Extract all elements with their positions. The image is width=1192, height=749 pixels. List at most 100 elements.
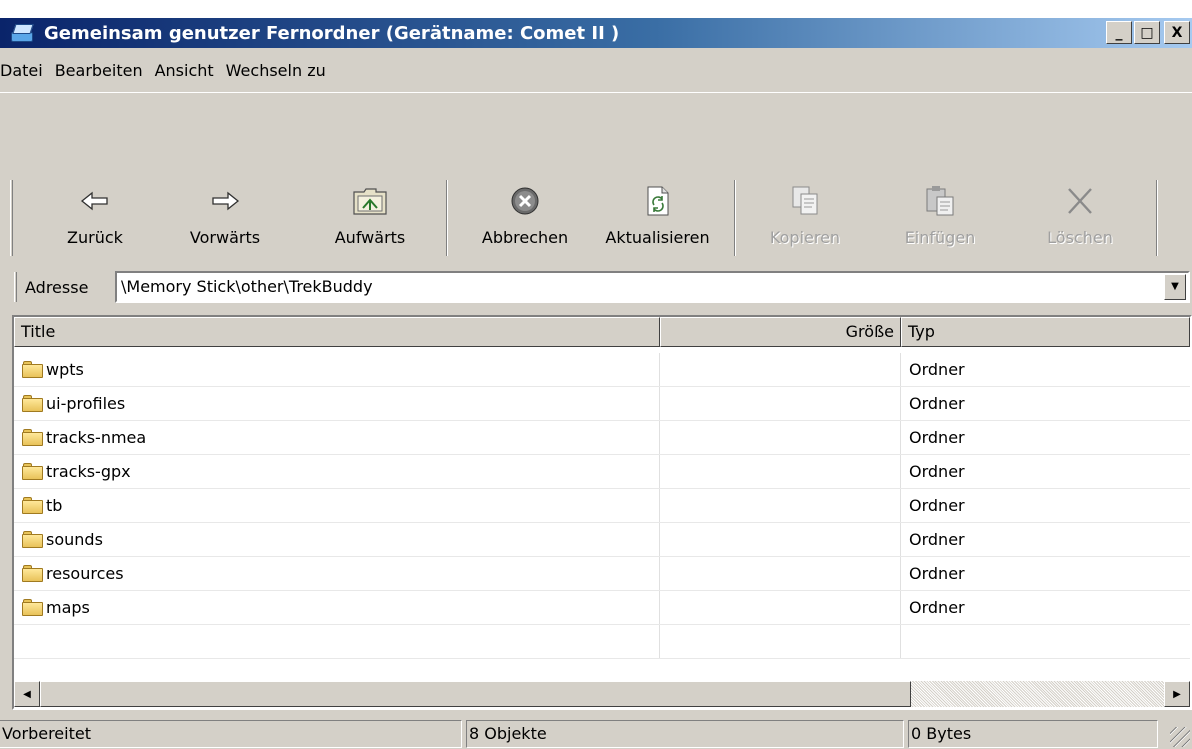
refresh-label: Aktualisieren: [605, 228, 710, 247]
stop-button[interactable]: Abbrechen: [465, 180, 585, 256]
copy-button[interactable]: Kopieren: [755, 180, 855, 256]
list-rows: wpts Ordner ui-profiles Ordner tracks-nm…: [14, 353, 1190, 659]
paste-label: Einfügen: [904, 228, 976, 247]
row-name: sounds: [46, 530, 103, 549]
column-type[interactable]: Typ: [901, 317, 1190, 347]
delete-button[interactable]: Löschen: [1030, 180, 1130, 256]
row-name: tb: [46, 496, 63, 515]
folder-icon: [22, 497, 44, 514]
row-size: [660, 557, 901, 590]
up-button[interactable]: Aufwärts: [315, 180, 425, 256]
top-strip: [0, 0, 1192, 18]
row-size: [660, 387, 901, 420]
file-list[interactable]: Title Größe Typ wpts Ordner ui-profiles …: [12, 315, 1192, 710]
row-name: tracks-gpx: [46, 462, 131, 481]
list-row[interactable]: wpts Ordner: [14, 353, 1190, 387]
menu-bearbeiten[interactable]: Bearbeiten: [49, 57, 149, 85]
minimize-button[interactable]: _: [1106, 21, 1132, 44]
row-type: Ordner: [909, 462, 965, 481]
column-size[interactable]: Größe: [660, 317, 901, 347]
address-dropdown-button[interactable]: ▼: [1164, 274, 1186, 300]
remote-folder-icon: [10, 20, 36, 46]
folder-icon: [22, 361, 44, 378]
folder-icon: [22, 531, 44, 548]
row-type: Ordner: [909, 598, 965, 617]
explorer-window: Gemeinsam genutzer Fernordner (Gerätname…: [0, 0, 1192, 749]
horizontal-scrollbar[interactable]: ◀ ▶: [14, 681, 1190, 707]
list-row[interactable]: tb Ordner: [14, 489, 1190, 523]
list-row[interactable]: tracks-nmea Ordner: [14, 421, 1190, 455]
empty-toolbar-band: [0, 92, 1192, 167]
scroll-right-button[interactable]: ▶: [1164, 681, 1190, 707]
row-name: wpts: [46, 360, 84, 379]
row-size: [660, 421, 901, 454]
folder-icon: [22, 395, 44, 412]
toolbar: Zurück Vorwärts Aufwärts Abbrechen Aktua…: [10, 180, 1190, 256]
row-size: [660, 455, 901, 488]
toolbar-separator: [734, 180, 736, 256]
address-grip[interactable]: [14, 272, 17, 302]
copy-label: Kopieren: [769, 228, 841, 247]
menu-datei[interactable]: Datei: [0, 57, 49, 85]
row-type: Ordner: [909, 394, 965, 413]
toolbar-separator: [446, 180, 448, 256]
chevron-right-icon: ▶: [1173, 688, 1181, 700]
title-bar[interactable]: Gemeinsam genutzer Fernordner (Gerätname…: [0, 18, 1192, 48]
status-count: 8 Objekte: [466, 720, 904, 748]
up-label: Aufwärts: [334, 228, 406, 247]
stop-icon: [505, 180, 545, 222]
address-input[interactable]: \Memory Stick\other\TrekBuddy ▼: [115, 271, 1190, 303]
menu-ansicht[interactable]: Ansicht: [149, 57, 220, 85]
close-button[interactable]: X: [1164, 21, 1190, 44]
forward-label: Vorwärts: [189, 228, 261, 247]
chevron-down-icon: ▼: [1171, 281, 1179, 292]
refresh-icon: [638, 180, 678, 222]
scroll-thumb[interactable]: [40, 681, 911, 707]
copy-icon: [785, 180, 825, 222]
toolbar-separator: [1156, 180, 1158, 256]
row-name: tracks-nmea: [46, 428, 147, 447]
folder-icon: [22, 599, 44, 616]
folder-icon: [22, 463, 44, 480]
row-type: Ordner: [909, 360, 965, 379]
menu-wechseln-zu[interactable]: Wechseln zu: [220, 57, 332, 85]
window-controls: _ □ X: [1106, 21, 1190, 44]
folder-up-icon: [350, 180, 390, 222]
column-title[interactable]: Title: [14, 317, 660, 347]
list-row[interactable]: ui-profiles Ordner: [14, 387, 1190, 421]
window-title: Gemeinsam genutzer Fernordner (Gerätname…: [44, 22, 620, 44]
address-label-box: Adresse: [14, 271, 88, 303]
list-row[interactable]: maps Ordner: [14, 591, 1190, 625]
stop-label: Abbrechen: [481, 228, 569, 247]
scroll-left-button[interactable]: ◀: [14, 681, 40, 707]
paste-icon: [920, 180, 960, 222]
row-name: maps: [46, 598, 90, 617]
row-type: Ordner: [909, 564, 965, 583]
back-arrow-icon: [75, 180, 115, 222]
forward-button[interactable]: Vorwärts: [175, 180, 275, 256]
status-bytes: 0 Bytes: [908, 720, 1158, 748]
empty-row: [14, 625, 1190, 659]
resize-grip[interactable]: [1170, 727, 1190, 747]
folder-icon: [22, 429, 44, 446]
list-header: Title Größe Typ: [14, 317, 1190, 347]
menu-bar: Datei Bearbeiten Ansicht Wechseln zu: [0, 56, 332, 86]
folder-icon: [22, 565, 44, 582]
status-bar: Vorbereitet 8 Objekte 0 Bytes: [0, 716, 1192, 749]
scroll-track[interactable]: [911, 681, 1164, 707]
maximize-button[interactable]: □: [1134, 21, 1160, 44]
back-label: Zurück: [67, 228, 123, 247]
list-row[interactable]: tracks-gpx Ordner: [14, 455, 1190, 489]
paste-button[interactable]: Einfügen: [890, 180, 990, 256]
list-row[interactable]: sounds Ordner: [14, 523, 1190, 557]
address-value: \Memory Stick\other\TrekBuddy: [121, 277, 373, 296]
list-row[interactable]: resources Ordner: [14, 557, 1190, 591]
toolbar-grip[interactable]: [10, 180, 13, 256]
row-type: Ordner: [909, 428, 965, 447]
chevron-left-icon: ◀: [23, 688, 31, 700]
back-button[interactable]: Zurück: [50, 180, 140, 256]
row-size: [660, 523, 901, 556]
address-label: Adresse: [25, 277, 89, 297]
refresh-button[interactable]: Aktualisieren: [590, 180, 725, 256]
row-type: Ordner: [909, 496, 965, 515]
